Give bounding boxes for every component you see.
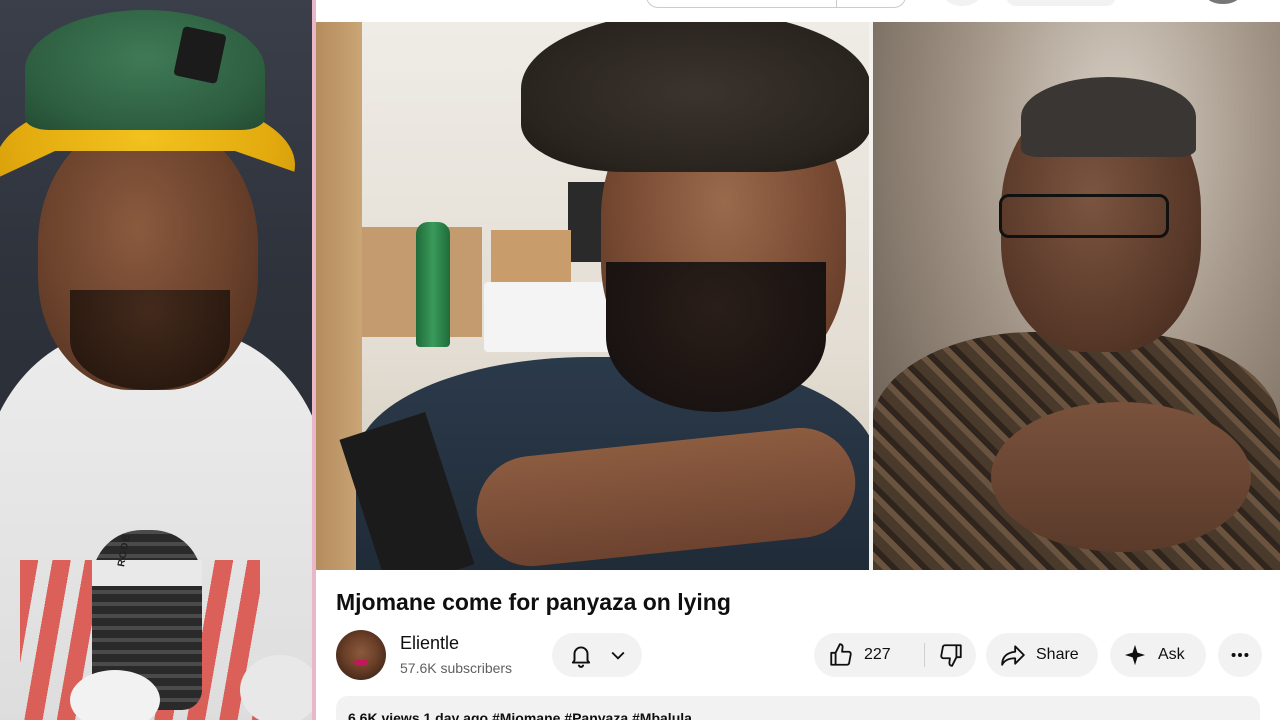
printer — [484, 282, 614, 352]
video-left-pane — [316, 22, 876, 570]
video-player[interactable] — [316, 22, 1280, 570]
account-avatar[interactable] — [1206, 0, 1240, 4]
like-count: 227 — [864, 646, 891, 663]
split-screen-divider — [869, 22, 873, 570]
more-horizontal-icon — [1229, 644, 1251, 666]
like-dislike-group: 227 — [814, 633, 976, 677]
voice-search-button[interactable] — [944, 0, 980, 6]
speaker-beard — [606, 262, 826, 412]
channel-name[interactable]: Elientle — [400, 633, 459, 654]
dislike-button[interactable] — [926, 633, 976, 677]
like-divider — [924, 643, 925, 667]
search-button[interactable] — [836, 0, 911, 8]
notification-subscribe-button[interactable] — [552, 633, 642, 677]
guest-hand — [991, 402, 1251, 552]
like-button[interactable]: 227 — [814, 633, 924, 677]
chevron-down-icon — [608, 645, 628, 665]
thumbs-down-icon — [938, 642, 964, 668]
speaker-hat — [521, 22, 871, 172]
subscriber-count: 57.6K subscribers — [400, 660, 513, 676]
more-actions-button[interactable] — [1218, 633, 1262, 677]
ask-label: Ask — [1158, 646, 1185, 663]
create-button[interactable] — [1006, 0, 1116, 6]
share-label: Share — [1036, 646, 1079, 663]
video-info: Mjomane come for panyaza on lying Elient… — [316, 570, 1280, 720]
share-button[interactable]: Share — [986, 633, 1098, 677]
description-box[interactable]: 6.6K views 1 day ago #Mjomane #Panyaza #… — [336, 696, 1260, 720]
share-arrow-icon — [1000, 642, 1026, 668]
ask-button[interactable]: Ask — [1110, 633, 1206, 677]
paper-roll — [240, 655, 312, 720]
microphone-band — [92, 560, 202, 586]
water-bottle — [416, 222, 450, 347]
sparkle-icon — [1124, 644, 1146, 666]
description-preview: 6.6K views 1 day ago #Mjomane #Panyaza #… — [348, 710, 704, 720]
webcam-beard — [70, 290, 230, 390]
cardboard-box — [491, 230, 571, 285]
youtube-watch-page: Mjomane come for panyaza on lying Elient… — [316, 0, 1280, 720]
top-bar — [316, 0, 1280, 22]
video-title: Mjomane come for panyaza on lying — [336, 589, 731, 615]
webcam-feed: RODE — [0, 0, 312, 720]
thumbs-up-icon — [828, 642, 854, 668]
avatar-lips — [354, 660, 368, 665]
guest-hair — [1021, 77, 1196, 157]
guest-glasses — [999, 194, 1169, 238]
bell-icon — [568, 642, 594, 668]
webcam-hat — [25, 10, 265, 130]
channel-avatar[interactable] — [336, 630, 386, 680]
video-right-pane — [871, 22, 1280, 570]
